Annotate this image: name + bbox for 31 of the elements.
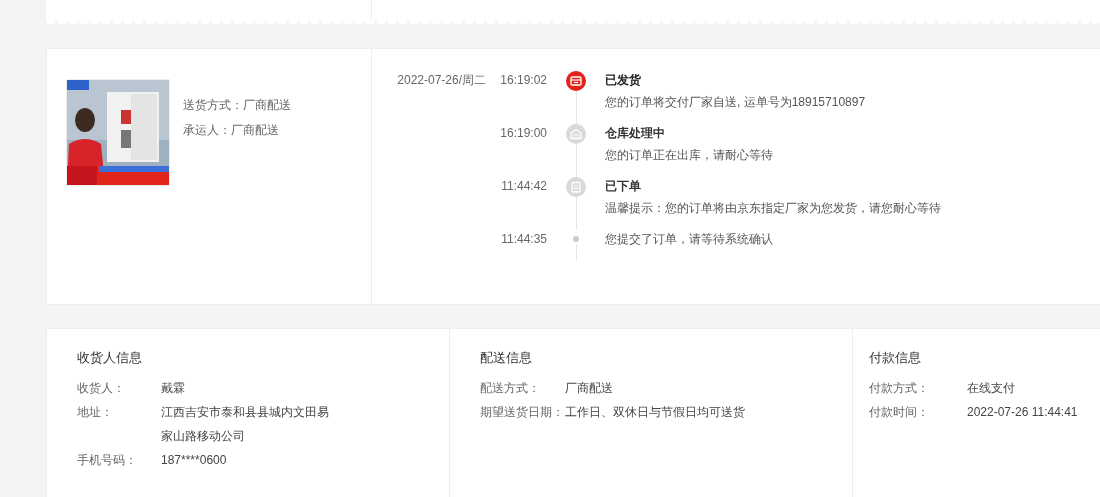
- field-value: 江西吉安市泰和县县城内文田易家山路移动公司: [161, 404, 330, 445]
- time-text: 16:19:02: [500, 73, 547, 87]
- field-label: 配送方式：: [480, 380, 541, 397]
- field-label: 付款方式：: [869, 380, 930, 397]
- field-label: 付款时间：: [869, 404, 930, 421]
- shipping-detail: 承运人：厂商配送: [183, 122, 280, 139]
- time-text: 16:19:00: [500, 126, 547, 140]
- time-text: 11:44:42: [501, 179, 547, 193]
- field-label: 手机号码：: [77, 452, 138, 469]
- section-heading: 配送信息: [480, 349, 533, 367]
- field-value: 在线支付: [967, 380, 1016, 397]
- field-label: 期望送货日期：: [480, 404, 565, 421]
- field-value: 戴霖: [161, 380, 186, 397]
- field-value: 厂商配送: [565, 380, 614, 397]
- section-heading: 收货人信息: [77, 349, 143, 367]
- status-description: 您的订单将交付厂家自送, 运单号为18915710897: [605, 94, 866, 111]
- status-title: 仓库处理中: [605, 125, 666, 142]
- field-label: 收货人：: [77, 380, 126, 397]
- section-heading: 付款信息: [869, 349, 922, 367]
- field-value: 工作日、双休日与节假日均可送货: [565, 404, 746, 421]
- status-description: 您的订单正在出库，请耐心等待: [605, 147, 773, 164]
- field-value: 187****0600: [161, 452, 228, 469]
- status-description: 温馨提示：您的订单将由京东指定厂家为您发货，请您耐心等待: [605, 200, 941, 217]
- status-title: 已发货: [605, 72, 642, 89]
- field-value: 2022-07-26 11:44:41: [967, 404, 1079, 421]
- time-text: 11:44:35: [501, 232, 547, 246]
- date-text: 2022-07-26/周二: [397, 73, 486, 87]
- status-title: 已下单: [605, 178, 642, 195]
- status-description: 您提交了订单，请等待系统确认: [605, 231, 773, 248]
- field-label: 地址：: [77, 404, 114, 421]
- shipping-detail: 送货方式：厂商配送: [183, 97, 291, 114]
